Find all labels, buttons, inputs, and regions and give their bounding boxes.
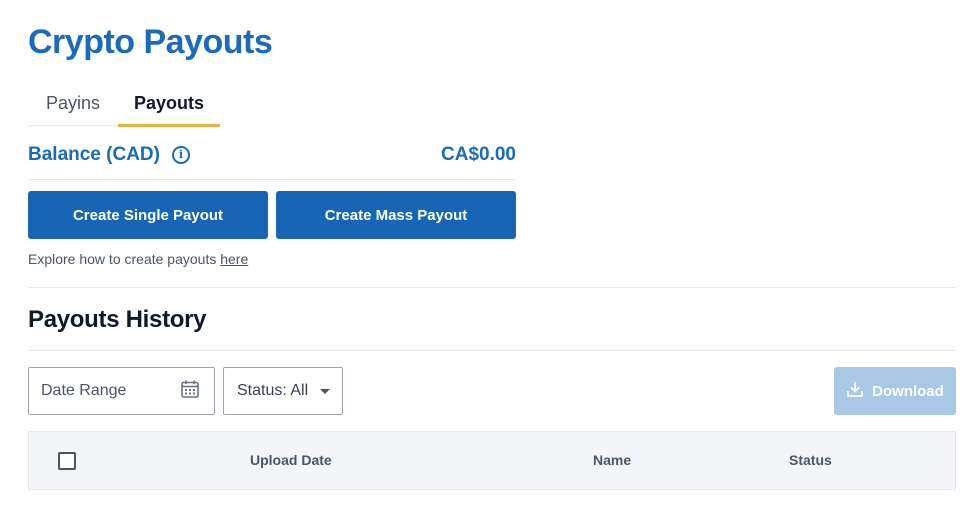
date-range-placeholder: Date Range [41,382,127,399]
balance-label: Balance (CAD) [28,143,160,165]
tab-payins[interactable]: Payins [28,84,118,126]
status-filter-dropdown[interactable]: Status: All [223,367,343,415]
column-header-status[interactable]: Status [789,432,832,489]
explore-text: Explore how to create payouts [28,251,221,267]
history-divider [28,350,956,351]
section-divider [28,287,956,288]
chevron-down-icon [320,388,330,394]
column-header-upload-date[interactable]: Upload Date [250,432,332,489]
column-header-name[interactable]: Name [593,432,631,489]
select-all-checkbox[interactable] [58,452,76,470]
crypto-payouts-page: Crypto Payouts Payins Payouts Balance (C… [0,0,968,510]
status-filter-label: Status: All [237,382,309,399]
create-mass-payout-button[interactable]: Create Mass Payout [276,191,516,239]
tab-payouts[interactable]: Payouts [118,84,220,127]
payouts-table-header: Upload Date Name Status [28,431,956,490]
balance-row: Balance (CAD) i CA$0.00 [28,138,516,180]
payouts-history-title: Payouts History [28,306,207,333]
info-icon[interactable]: i [171,145,190,164]
calendar-icon [180,379,200,404]
tab-bar: Payins Payouts [28,84,220,127]
page-title: Crypto Payouts [28,23,273,61]
balance-label-group: Balance (CAD) i [28,144,190,166]
balance-value: CA$0.00 [441,143,516,165]
create-single-payout-button[interactable]: Create Single Payout [28,191,268,239]
download-icon [846,380,864,402]
date-range-input[interactable]: Date Range [28,367,215,415]
explore-help-text: Explore how to create payouts here [28,251,248,267]
download-button[interactable]: Download [834,367,956,415]
explore-here-link[interactable]: here [220,251,248,267]
download-label: Download [872,382,944,400]
